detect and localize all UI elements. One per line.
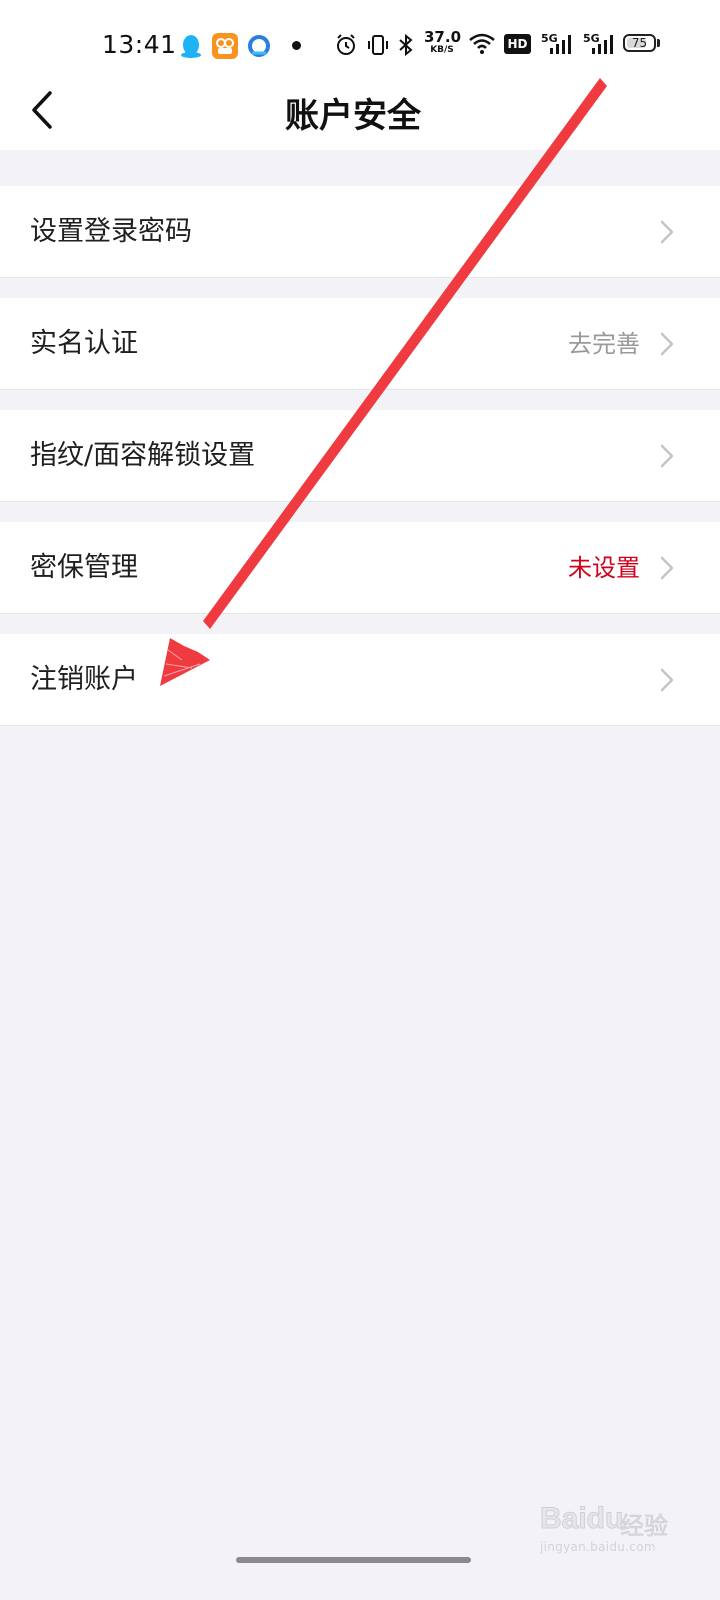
row-label: 指纹/面容解锁设置 — [30, 440, 256, 471]
home-indicator[interactable] — [236, 1557, 471, 1563]
network-speed: 37.0 KB/S — [424, 28, 462, 55]
row-label: 注销账户 — [30, 664, 138, 695]
page-title: 账户安全 — [285, 96, 421, 136]
watermark-service: 经验 — [620, 1512, 669, 1541]
qq-app-icon — [178, 33, 204, 59]
row-set-login-password[interactable]: 设置登录密码 — [0, 186, 720, 278]
row-fingerprint-face-unlock[interactable]: 指纹/面容解锁设置 — [0, 410, 720, 502]
browser-app-icon — [246, 33, 272, 59]
signal-strength-icon — [550, 35, 571, 54]
status-bar: 13:41 37.0 KB/S HD 5G 5G 75 — [0, 0, 720, 90]
battery-icon: 75 — [623, 34, 656, 52]
row-value: 未设置 — [568, 554, 640, 582]
battery-cap — [657, 39, 660, 47]
watermark: Baidu 经验 jingyan.baidu.com — [539, 1500, 680, 1560]
row-close-account[interactable]: 注销账户 — [0, 634, 720, 726]
chevron-right-icon — [660, 220, 674, 244]
row-security-question[interactable]: 密保管理 未设置 — [0, 522, 720, 614]
chevron-right-icon — [660, 556, 674, 580]
wifi-icon — [469, 33, 495, 54]
row-label: 密保管理 — [30, 552, 138, 583]
chevron-right-icon — [660, 444, 674, 468]
watermark-brand: Baidu — [539, 1502, 624, 1536]
battery-level: 75 — [631, 36, 648, 50]
status-time: 13:41 — [102, 30, 177, 59]
vibrate-icon — [368, 35, 388, 55]
row-value: 去完善 — [568, 330, 640, 358]
row-real-name-verification[interactable]: 实名认证 去完善 — [0, 298, 720, 390]
bluetooth-icon — [399, 33, 413, 57]
watermark-url: jingyan.baidu.com — [540, 1540, 656, 1554]
alarm-icon — [337, 34, 355, 55]
row-label: 实名认证 — [30, 328, 138, 359]
chevron-right-icon — [660, 668, 674, 692]
signal-strength-icon — [592, 35, 613, 54]
kuaishou-app-icon — [212, 33, 238, 59]
chevron-right-icon — [660, 332, 674, 356]
notification-dot-icon — [292, 41, 301, 50]
hd-badge: HD — [504, 34, 531, 54]
row-label: 设置登录密码 — [30, 216, 192, 247]
